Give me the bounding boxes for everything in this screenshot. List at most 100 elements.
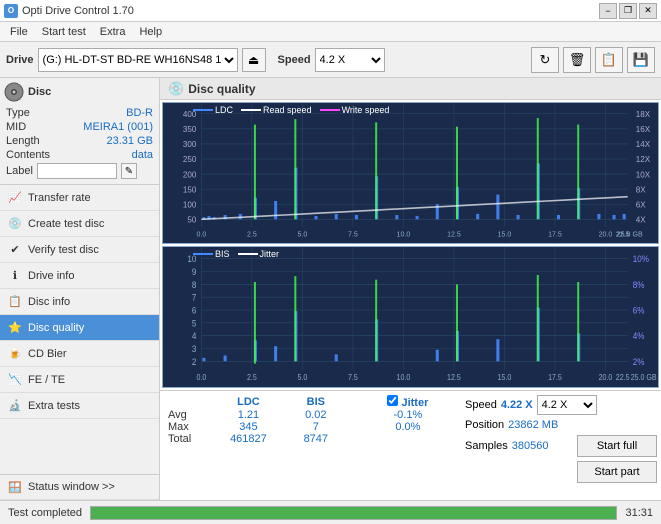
restore-button[interactable]: ❐ — [619, 3, 637, 19]
sidebar-item-transfer-rate-label: Transfer rate — [28, 192, 91, 204]
svg-text:300: 300 — [183, 139, 197, 149]
disc-label-input[interactable] — [37, 163, 117, 179]
jitter-legend-color — [238, 253, 258, 255]
menu-start-test[interactable]: Start test — [36, 25, 92, 39]
sidebar-item-disc-quality-label: Disc quality — [28, 322, 84, 334]
svg-text:250: 250 — [183, 154, 197, 164]
jitter-checkbox[interactable] — [387, 395, 398, 406]
sidebar-item-create-test-disc-label: Create test disc — [28, 218, 104, 230]
disc-length-label: Length — [6, 135, 40, 147]
max-bis-value: 7 — [289, 421, 343, 433]
content-area: 💿 Disc quality LDC Read speed — [160, 78, 661, 500]
menu-extra[interactable]: Extra — [94, 25, 132, 39]
disc-label-edit-button[interactable]: ✎ — [121, 163, 137, 179]
position-value: 23862 MB — [508, 419, 558, 431]
svg-text:2.5: 2.5 — [247, 373, 257, 383]
total-ldc-value: 461827 — [208, 433, 289, 445]
speed-label: Speed — [278, 54, 311, 66]
start-part-button[interactable]: Start part — [577, 461, 657, 483]
start-full-button[interactable]: Start full — [577, 435, 657, 457]
stats-avg-row: Avg 1.21 0.02 -0.1% — [168, 409, 453, 421]
disc-contents-value: data — [132, 149, 153, 161]
disc-mid-value: MEIRA1 (001) — [83, 121, 153, 133]
speed-stat-label: Speed — [465, 399, 497, 411]
disc-info-icon: 📋 — [8, 295, 22, 309]
sidebar-item-cd-bier[interactable]: 🍺 CD Bier — [0, 341, 159, 367]
total-label: Total — [168, 433, 208, 445]
sidebar-item-disc-quality[interactable]: ⭐ Disc quality — [0, 315, 159, 341]
read-speed-legend-label: Read speed — [263, 105, 312, 115]
svg-text:200: 200 — [183, 169, 197, 179]
speed-select-toolbar[interactable]: 4.2 X — [315, 48, 385, 72]
svg-text:7.5: 7.5 — [348, 229, 358, 238]
stats-max-row: Max 345 7 0.0% — [168, 421, 453, 433]
menu-help[interactable]: Help — [133, 25, 168, 39]
svg-text:6X: 6X — [636, 199, 646, 209]
status-text: Test completed — [8, 507, 82, 519]
disc-header: Disc — [4, 82, 155, 102]
ldc-chart: LDC Read speed Write speed — [162, 102, 659, 244]
save-button[interactable]: 💾 — [627, 47, 655, 73]
svg-text:2.5: 2.5 — [247, 229, 257, 238]
ldc-legend-label: LDC — [215, 105, 233, 115]
sidebar-item-status-window-label: Status window >> — [28, 481, 115, 493]
svg-text:150: 150 — [183, 184, 197, 194]
svg-text:20.0: 20.0 — [599, 229, 613, 238]
fe-te-icon: 📉 — [8, 373, 22, 387]
svg-text:18X: 18X — [636, 109, 651, 119]
status-window-icon: 🪟 — [8, 480, 22, 494]
max-label: Max — [168, 421, 208, 433]
drive-label: Drive — [6, 54, 34, 66]
close-button[interactable]: ✕ — [639, 3, 657, 19]
sidebar-item-verify-test-disc-label: Verify test disc — [28, 244, 99, 256]
sidebar-item-transfer-rate[interactable]: 📈 Transfer rate — [0, 185, 159, 211]
svg-text:10.0: 10.0 — [397, 373, 411, 383]
sidebar-item-fe-te[interactable]: 📉 FE / TE — [0, 367, 159, 393]
svg-text:25.0 GB: 25.0 GB — [631, 373, 657, 383]
svg-text:2%: 2% — [633, 356, 645, 367]
svg-text:16X: 16X — [636, 124, 651, 134]
svg-text:10X: 10X — [636, 169, 651, 179]
svg-text:8: 8 — [192, 279, 197, 290]
speed-select-stats[interactable]: 4.2 X — [537, 395, 597, 415]
verify-test-disc-icon: ✔ — [8, 243, 22, 257]
disc-quality-icon: ⭐ — [8, 321, 22, 335]
sidebar-item-drive-info-label: Drive info — [28, 270, 74, 282]
drive-select[interactable]: (G:) HL-DT-ST BD-RE WH16NS48 1.D3 — [38, 48, 238, 72]
sidebar-item-status-window[interactable]: 🪟 Status window >> — [0, 474, 159, 500]
sidebar-item-verify-test-disc[interactable]: ✔ Verify test disc — [0, 237, 159, 263]
stats-header-row: LDC BIS Jitter — [168, 395, 453, 409]
sidebar-item-disc-info[interactable]: 📋 Disc info — [0, 289, 159, 315]
status-time: 31:31 — [625, 507, 653, 519]
bis-jitter-chart: BIS Jitter — [162, 246, 659, 388]
eject-button[interactable]: ⏏ — [242, 48, 266, 72]
minimize-button[interactable]: − — [599, 3, 617, 19]
stats-table: LDC BIS Jitter Avg 1.21 0.02 -0.1% — [160, 391, 461, 500]
svg-text:9: 9 — [192, 266, 197, 277]
menu-file[interactable]: File — [4, 25, 34, 39]
copy-button[interactable]: 📋 — [595, 47, 623, 73]
erase-button[interactable]: 🗑 — [563, 47, 591, 73]
sidebar-item-drive-info[interactable]: ℹ Drive info — [0, 263, 159, 289]
disc-label-label: Label — [6, 165, 33, 177]
svg-text:17.5: 17.5 — [548, 373, 562, 383]
sidebar-item-extra-tests[interactable]: 🔬 Extra tests — [0, 393, 159, 419]
jitter-legend-item: Jitter — [238, 249, 280, 259]
write-speed-legend-item: Write speed — [320, 105, 390, 115]
refresh-button[interactable]: ↻ — [531, 47, 559, 73]
ldc-col-header: LDC — [208, 395, 289, 409]
svg-text:14X: 14X — [636, 139, 651, 149]
svg-text:20.0: 20.0 — [599, 373, 613, 383]
content-title: Disc quality — [188, 82, 255, 96]
svg-text:4%: 4% — [633, 331, 645, 342]
position-label: Position — [465, 419, 504, 431]
speed-stat-value: 4.22 X — [501, 399, 533, 411]
svg-text:0.0: 0.0 — [196, 229, 206, 238]
disc-mid-row: MID MEIRA1 (001) — [4, 120, 155, 134]
disc-type-row: Type BD-R — [4, 106, 155, 120]
start-part-row: Start part — [465, 461, 657, 483]
position-row: Position 23862 MB — [465, 419, 657, 431]
disc-mid-label: MID — [6, 121, 26, 133]
sidebar-item-create-test-disc[interactable]: 💿 Create test disc — [0, 211, 159, 237]
avg-bis-value: 0.02 — [289, 409, 343, 421]
